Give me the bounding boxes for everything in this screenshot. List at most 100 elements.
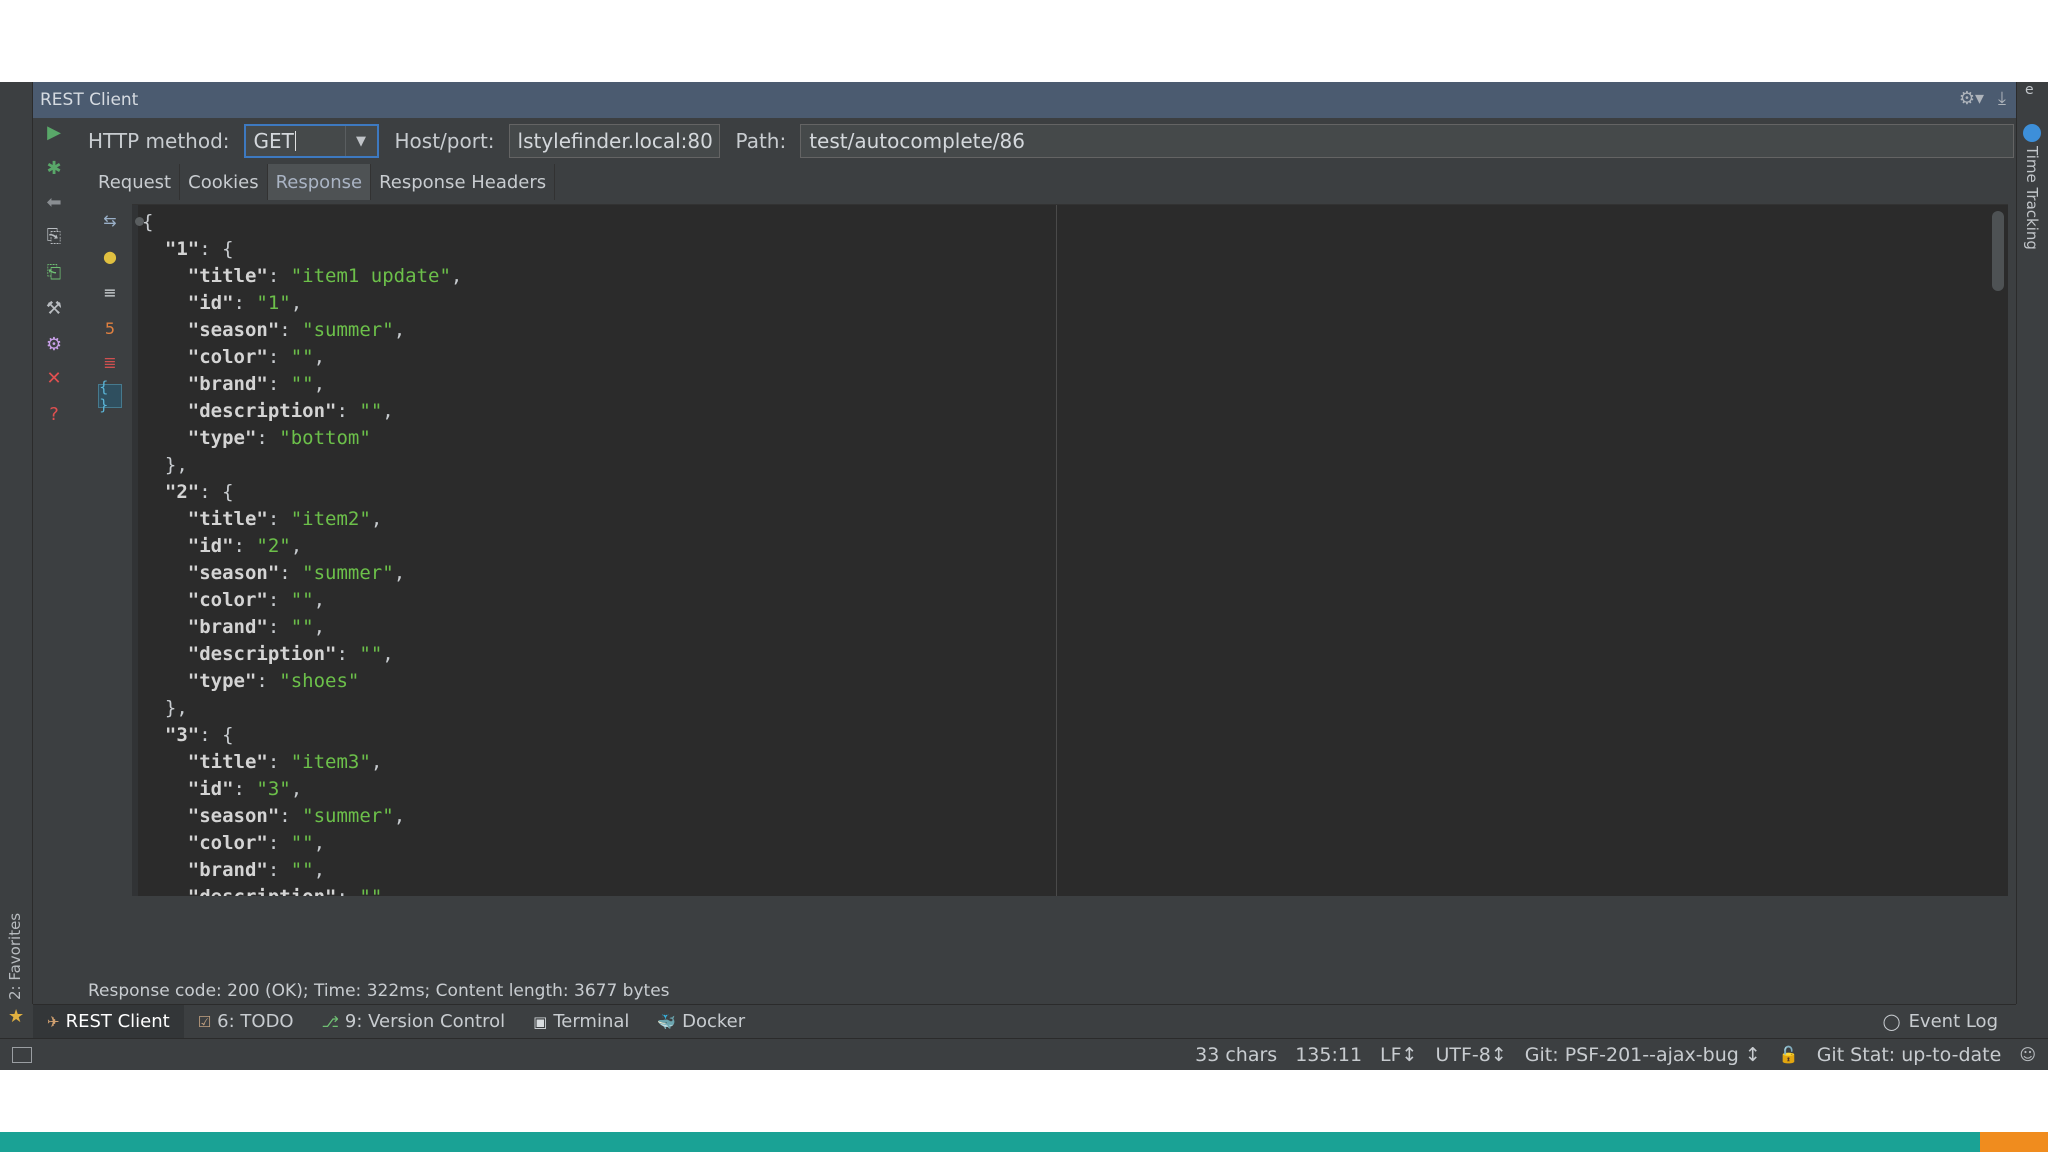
lock-icon[interactable]: 🔓 [1779,1045,1799,1064]
tools-icon[interactable]: ⚒ [42,296,66,320]
tab-cookies[interactable]: Cookies [180,164,268,200]
code-token: : [267,616,291,638]
code-token: "color" [187,832,268,854]
export-icon[interactable]: ⎘ [42,224,66,248]
code-token: : [267,832,291,854]
code-token: "title" [187,508,268,530]
code-token: "description" [187,400,337,422]
code-line: "season": "summer", [142,317,462,344]
favorites-tab[interactable]: 2: Favorites ★ [2,882,32,1042]
code-token: : [267,508,291,530]
close-icon[interactable]: ✕ [42,366,66,390]
code-token: "" [290,832,314,854]
code-token: : [233,535,257,557]
footer-bar-teal [0,1132,1980,1152]
panel-toggle-icon[interactable] [12,1047,32,1063]
back-icon[interactable]: ⬅ [42,190,66,214]
vcs-icon: ⎇ [321,1012,339,1031]
file-encoding[interactable]: UTF-8↕ [1435,1044,1506,1066]
code-token: "shoes" [279,670,360,692]
event-log-button[interactable]: ◯ Event Log [1883,1005,1998,1038]
inspector-icon[interactable]: ☺ [2019,1045,2036,1064]
right-tool-strip: e Time Tracking [2016,82,2048,1004]
line-separator[interactable]: LF↕ [1380,1044,1417,1066]
json-icon[interactable]: { } [98,378,122,414]
right-strip-label: e [2025,82,2034,98]
code-token: "title" [187,265,268,287]
tool-window-version-control[interactable]: ⎇ 9: Version Control [308,1005,520,1038]
tool-windows-bar: ✈ REST Client ☑ 6: TODO ⎇ 9: Version Con… [33,1004,2016,1038]
git-branch[interactable]: Git: PSF-201--ajax-bug ↕ [1525,1044,1761,1066]
html-icon[interactable]: 5 [98,316,122,340]
help-icon[interactable]: ? [42,402,66,426]
code-token: : [279,805,303,827]
tool-window-docker[interactable]: 🐳 Docker [643,1005,759,1038]
code-line: "description": "", [142,641,462,668]
caret-position[interactable]: 135:11 [1295,1044,1362,1066]
tool-window-title: REST Client [40,90,139,110]
code-line: "description": "", [142,398,462,425]
path-input[interactable]: test/autocomplete/86 [800,124,2014,158]
code-token: : [267,589,291,611]
hide-icon[interactable]: ⤓ [1998,88,2006,109]
host-port-input[interactable]: lstylefinder.local:80 [508,124,720,158]
editor-gutter [132,205,138,896]
run-icon[interactable]: ▶ [42,120,66,144]
git-status[interactable]: Git Stat: up-to-date [1817,1044,2002,1066]
text-cursor [294,131,296,151]
tool-window-terminal[interactable]: ▣ Terminal [519,1005,643,1038]
tab-response[interactable]: Response [267,164,372,200]
diff-icon[interactable]: ≣ [98,350,122,374]
response-editor[interactable]: { "1": { "title": "item1 update", "id": … [132,204,2008,896]
favorites-label: 2: Favorites [6,912,24,1000]
gear-icon[interactable]: ⚙▾ [1959,88,1984,109]
code-token: : [267,373,291,395]
text-icon[interactable]: ≡ [98,280,122,304]
code-line: }, [142,695,462,722]
code-token: , [290,778,303,800]
time-tracking-tab[interactable]: Time Tracking [2023,146,2041,250]
tool-window-label: 6: TODO [217,1011,294,1032]
code-token: "id" [187,778,234,800]
settings-icon[interactable]: ⚙ [42,332,66,356]
code-token: "2" [164,481,200,503]
code-token: : [279,562,303,584]
tab-response-headers[interactable]: Response Headers [371,164,556,200]
code-token: "" [290,859,314,881]
code-token: "color" [187,346,268,368]
code-line: "3": { [142,722,462,749]
response-view-toolbar: ⇆ ● ≡ 5 ≣ { } [90,204,130,874]
http-method-select[interactable]: GET ▼ [243,124,379,158]
tool-window-rest-client[interactable]: ✈ REST Client [33,1005,184,1038]
code-token: , [370,751,383,773]
globe-icon[interactable]: ● [98,244,122,268]
bug-icon[interactable]: ✱ [42,156,66,180]
code-token: : [279,319,303,341]
code-token: , [313,859,326,881]
code-token: : [233,778,257,800]
tab-request[interactable]: Request [90,164,181,200]
code-line: "season": "summer", [142,560,462,587]
chevron-down-icon[interactable]: ▼ [344,126,377,156]
code-line: }, [142,452,462,479]
editor-scrollbar[interactable] [1992,211,2004,291]
code-token: : [336,400,360,422]
tool-window-todo[interactable]: ☑ 6: TODO [184,1005,308,1038]
code-token: , [393,805,406,827]
ide-window: 2: Favorites ★ REST Client ⚙▾ ⤓ e Time T… [0,82,2048,1070]
event-log-label: Event Log [1908,1011,1998,1032]
code-line: "color": "", [142,830,462,857]
event-log-icon: ◯ [1882,1012,1901,1031]
response-json: { "1": { "title": "item1 update", "id": … [142,209,462,896]
import-icon[interactable]: ⎗ [42,260,66,284]
char-count: 33 chars [1195,1043,1278,1066]
code-line: "2": { [142,479,462,506]
wrap-icon[interactable]: ⇆ [98,208,122,232]
code-line: "title": "item2", [142,506,462,533]
